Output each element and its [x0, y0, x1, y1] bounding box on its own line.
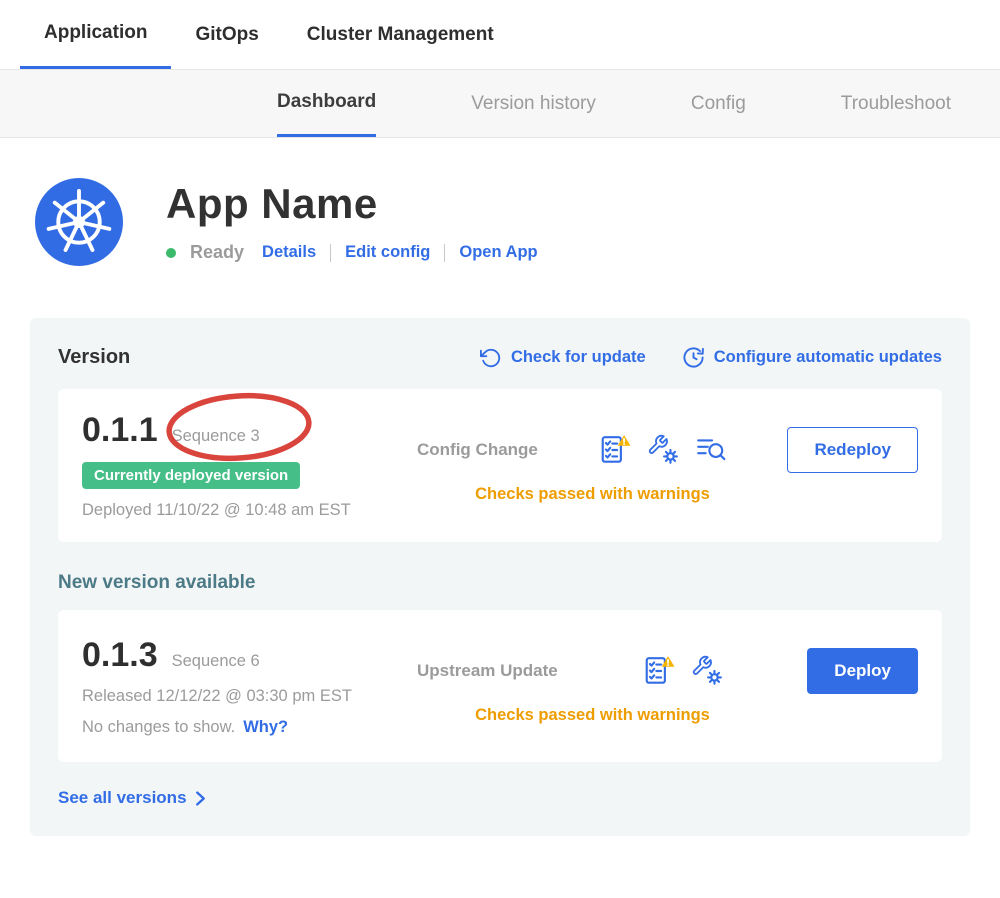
refresh-icon — [480, 347, 502, 369]
edit-config-link[interactable]: Edit config — [345, 243, 430, 262]
app-header: App Name Ready Details Edit config Open … — [0, 138, 1000, 266]
available-release-card: 0.1.3 Sequence 6 Released 12/12/22 @ 03:… — [58, 610, 942, 762]
app-name-title: App Name — [166, 180, 538, 228]
why-link[interactable]: Why? — [243, 718, 288, 737]
tab-version-history[interactable]: Version history — [471, 70, 596, 137]
wrench-gear-icon[interactable] — [691, 655, 723, 687]
divider — [444, 244, 445, 262]
details-link[interactable]: Details — [262, 243, 316, 262]
primary-nav: Application GitOps Cluster Management — [0, 0, 1000, 70]
released-timestamp: Released 12/12/22 @ 03:30 pm EST — [82, 687, 417, 706]
tab-application[interactable]: Application — [20, 0, 171, 69]
app-status-row: Ready Details Edit config Open App — [166, 242, 538, 263]
kubernetes-logo-icon — [35, 178, 123, 266]
deploy-button[interactable]: Deploy — [807, 648, 918, 694]
secondary-nav: Dashboard Version history Config Trouble… — [0, 70, 1000, 138]
check-for-update-label: Check for update — [511, 348, 646, 367]
chevron-right-icon — [194, 791, 207, 806]
configure-automatic-updates-link[interactable]: Configure automatic updates — [682, 346, 942, 369]
tab-dashboard[interactable]: Dashboard — [277, 70, 376, 137]
preflight-checklist-warning-icon[interactable] — [643, 655, 675, 687]
version-card: Version Check for update — [30, 318, 970, 836]
divider — [330, 244, 331, 262]
app-status-text: Ready — [190, 242, 244, 263]
available-version-number: 0.1.3 — [82, 636, 158, 675]
new-version-heading: New version available — [58, 572, 942, 594]
tab-gitops[interactable]: GitOps — [171, 0, 282, 69]
currently-deployed-badge: Currently deployed version — [82, 462, 300, 489]
tab-cluster-management[interactable]: Cluster Management — [283, 0, 518, 69]
redeploy-button[interactable]: Redeploy — [787, 427, 918, 473]
file-search-icon[interactable] — [695, 434, 727, 466]
checks-status-text: Checks passed with warnings — [417, 485, 918, 504]
deployed-timestamp: Deployed 11/10/22 @ 10:48 am EST — [82, 501, 417, 520]
checks-status-text: Checks passed with warnings — [417, 706, 918, 725]
available-sequence-label: Sequence 6 — [172, 652, 260, 671]
configure-automatic-updates-label: Configure automatic updates — [714, 348, 942, 367]
version-card-title: Version — [58, 346, 130, 369]
ready-status-dot — [166, 248, 176, 258]
current-sequence-label: Sequence 3 — [172, 427, 260, 446]
release-source-label: Upstream Update — [417, 661, 558, 681]
current-release-card: 0.1.1 Sequence 3 Currently deployed vers… — [58, 389, 942, 542]
clock-refresh-icon — [682, 346, 705, 369]
preflight-checklist-warning-icon[interactable] — [599, 434, 631, 466]
tab-config[interactable]: Config — [691, 70, 746, 137]
current-version-number: 0.1.1 — [82, 411, 158, 450]
wrench-gear-icon[interactable] — [647, 434, 679, 466]
check-for-update-link[interactable]: Check for update — [480, 347, 646, 369]
see-all-versions-label: See all versions — [58, 788, 187, 808]
no-changes-text: No changes to show. — [82, 718, 235, 737]
tab-troubleshoot[interactable]: Troubleshoot — [841, 70, 951, 137]
see-all-versions-link[interactable]: See all versions — [58, 788, 207, 808]
open-app-link[interactable]: Open App — [459, 243, 537, 262]
release-source-label: Config Change — [417, 440, 538, 460]
